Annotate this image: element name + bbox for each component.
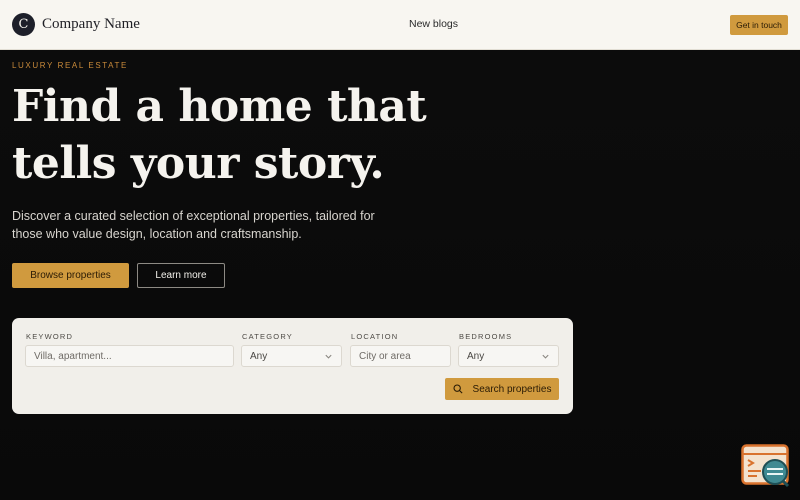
hero-headline-line-2: tells your story.	[12, 138, 385, 189]
search-properties-label: Search properties	[472, 383, 552, 395]
site-header: C Company Name New blogs Get in touch	[0, 0, 800, 50]
bedrooms-selected-value: Any	[467, 350, 485, 362]
keyword-input[interactable]	[25, 345, 234, 367]
location-label: LOCATION	[351, 332, 399, 341]
nav-link-new-blogs[interactable]: New blogs	[409, 18, 458, 30]
chevron-down-icon	[325, 354, 332, 359]
keyword-label: KEYWORD	[26, 332, 74, 341]
category-selected-value: Any	[250, 350, 268, 362]
browse-properties-button[interactable]: Browse properties	[12, 263, 129, 288]
property-search-card: KEYWORD CATEGORY Any LOCATION BEDROOMS A…	[12, 318, 573, 414]
location-input[interactable]	[350, 345, 451, 367]
search-icon	[452, 384, 463, 394]
hero-subtitle: Discover a curated selection of exceptio…	[12, 209, 375, 241]
learn-more-button[interactable]: Learn more	[137, 263, 225, 288]
hero-headline: Find a home that tells your story.	[12, 78, 432, 192]
hero-headline-line-1: Find a home that	[12, 81, 427, 132]
get-in-touch-button[interactable]: Get in touch	[730, 15, 788, 35]
hero-eyebrow: LUXURY REAL ESTATE	[12, 61, 128, 70]
chevron-down-icon	[542, 354, 549, 359]
bedrooms-select[interactable]: Any	[458, 345, 559, 367]
company-name: Company Name	[42, 16, 140, 32]
category-select[interactable]: Any	[241, 345, 342, 367]
category-label: CATEGORY	[242, 332, 293, 341]
search-properties-button[interactable]: Search properties	[445, 378, 559, 400]
logo-mark: C	[12, 13, 35, 36]
bedrooms-label: BEDROOMS	[459, 332, 513, 341]
chat-widget-icon[interactable]	[741, 444, 791, 488]
logo[interactable]: C Company Name	[12, 13, 140, 36]
